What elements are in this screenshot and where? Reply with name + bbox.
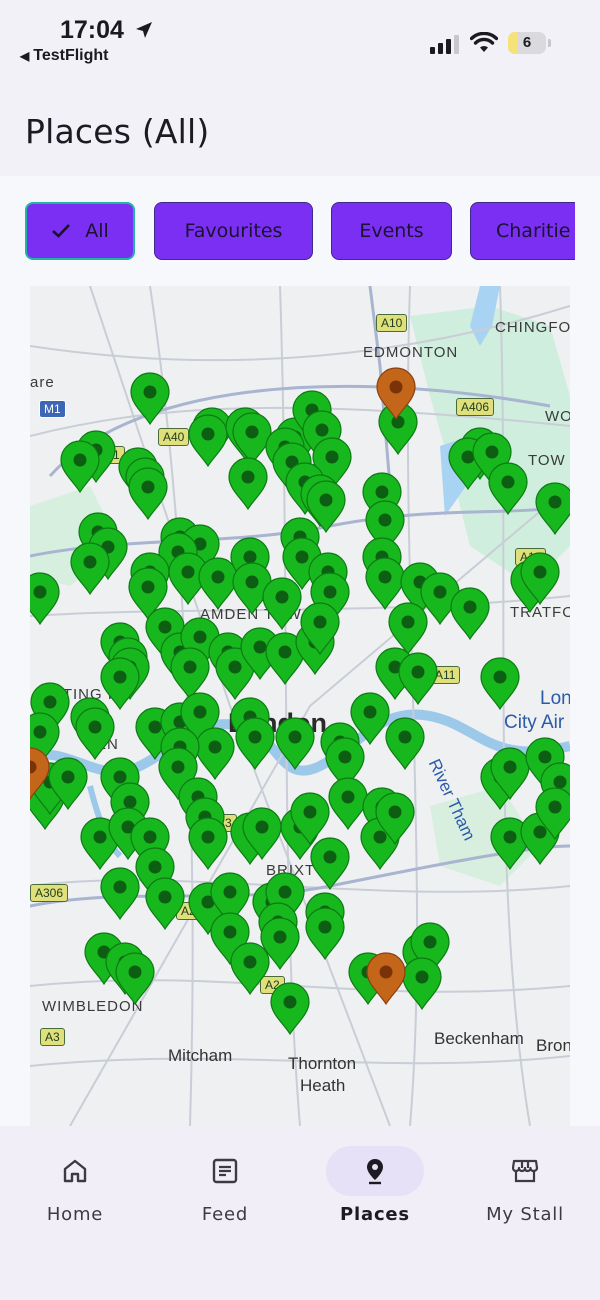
status-bar: 17:04 ◀ TestFlight 6 [0, 0, 600, 80]
wifi-icon [470, 32, 498, 52]
place-marker[interactable] [75, 707, 115, 761]
place-marker[interactable] [128, 467, 168, 521]
place-marker[interactable] [188, 817, 228, 871]
place-marker[interactable] [145, 877, 185, 931]
status-time: 17:04 [60, 16, 124, 44]
battery-indicator: 6 [508, 32, 551, 54]
place-marker[interactable] [195, 727, 235, 781]
back-app-label: TestFlight [33, 47, 109, 64]
place-marker[interactable] [60, 440, 100, 494]
nav-label: My Stall [486, 1204, 564, 1225]
place-marker[interactable] [235, 717, 275, 771]
feed-icon [212, 1158, 238, 1184]
place-marker[interactable] [198, 557, 238, 611]
page-title: Places (All) [25, 112, 210, 151]
place-marker[interactable] [450, 587, 490, 641]
battery-body: 6 [508, 32, 546, 54]
place-marker[interactable] [398, 652, 438, 706]
place-marker[interactable] [70, 542, 110, 596]
nav-item-places[interactable]: Places [300, 1146, 450, 1256]
cellular-signal-icon [430, 35, 459, 54]
place-marker[interactable] [535, 482, 570, 536]
chip-label: Charitie [496, 220, 571, 242]
place-marker[interactable] [30, 572, 60, 626]
place-marker[interactable] [388, 602, 428, 656]
place-marker[interactable] [305, 907, 345, 961]
place-marker[interactable] [230, 942, 270, 996]
place-marker[interactable] [170, 647, 210, 701]
home-icon [63, 1159, 87, 1183]
chip-label: All [85, 220, 109, 242]
back-triangle-icon: ◀ [20, 49, 30, 63]
place-marker[interactable] [262, 577, 302, 631]
place-markers [30, 367, 570, 1036]
nav-label: Places [340, 1204, 410, 1225]
place-marker[interactable] [232, 412, 272, 466]
chip-events[interactable]: Events [331, 202, 452, 260]
bottom-navigation: Home Feed Places My Stall [0, 1126, 600, 1300]
place-marker[interactable] [228, 457, 268, 511]
place-marker[interactable] [402, 957, 442, 1011]
place-marker[interactable] [488, 462, 528, 516]
place-marker[interactable] [100, 657, 140, 711]
chip-favourites[interactable]: Favourites [154, 202, 313, 260]
place-marker[interactable] [130, 372, 170, 426]
nav-item-feed[interactable]: Feed [150, 1146, 300, 1256]
battery-tip [548, 39, 551, 47]
location-arrow-icon [136, 22, 152, 38]
content-area: All Favourites Events Charitie EDMONTON … [0, 176, 600, 1126]
checkmark-icon [52, 224, 71, 238]
place-marker[interactable] [100, 867, 140, 921]
location-pin-icon [367, 1159, 383, 1185]
nav-item-home[interactable]: Home [0, 1146, 150, 1256]
nav-label: Home [46, 1204, 104, 1225]
place-marker[interactable] [480, 657, 520, 711]
nav-item-my-stall[interactable]: My Stall [450, 1146, 600, 1256]
place-marker[interactable] [385, 717, 425, 771]
filter-chips: All Favourites Events Charitie [25, 202, 575, 262]
battery-label: 6 [522, 34, 532, 51]
place-marker[interactable] [328, 777, 368, 831]
chip-label: Events [359, 220, 424, 242]
place-marker[interactable] [115, 952, 155, 1006]
nav-label: Feed [201, 1204, 249, 1225]
chip-charities[interactable]: Charitie [470, 202, 575, 260]
place-marker[interactable] [188, 414, 228, 468]
place-marker[interactable] [310, 837, 350, 891]
place-marker[interactable] [275, 717, 315, 771]
back-to-app-link[interactable]: ◀ TestFlight [20, 47, 108, 65]
places-map[interactable]: EDMONTON CHINGFO WO TOW TRATFOR are WIMB… [30, 286, 570, 1126]
place-marker[interactable] [365, 557, 405, 611]
chip-all[interactable]: All [25, 202, 135, 260]
place-marker[interactable] [270, 982, 310, 1036]
chip-label: Favourites [184, 220, 283, 242]
storefront-icon [511, 1159, 539, 1183]
